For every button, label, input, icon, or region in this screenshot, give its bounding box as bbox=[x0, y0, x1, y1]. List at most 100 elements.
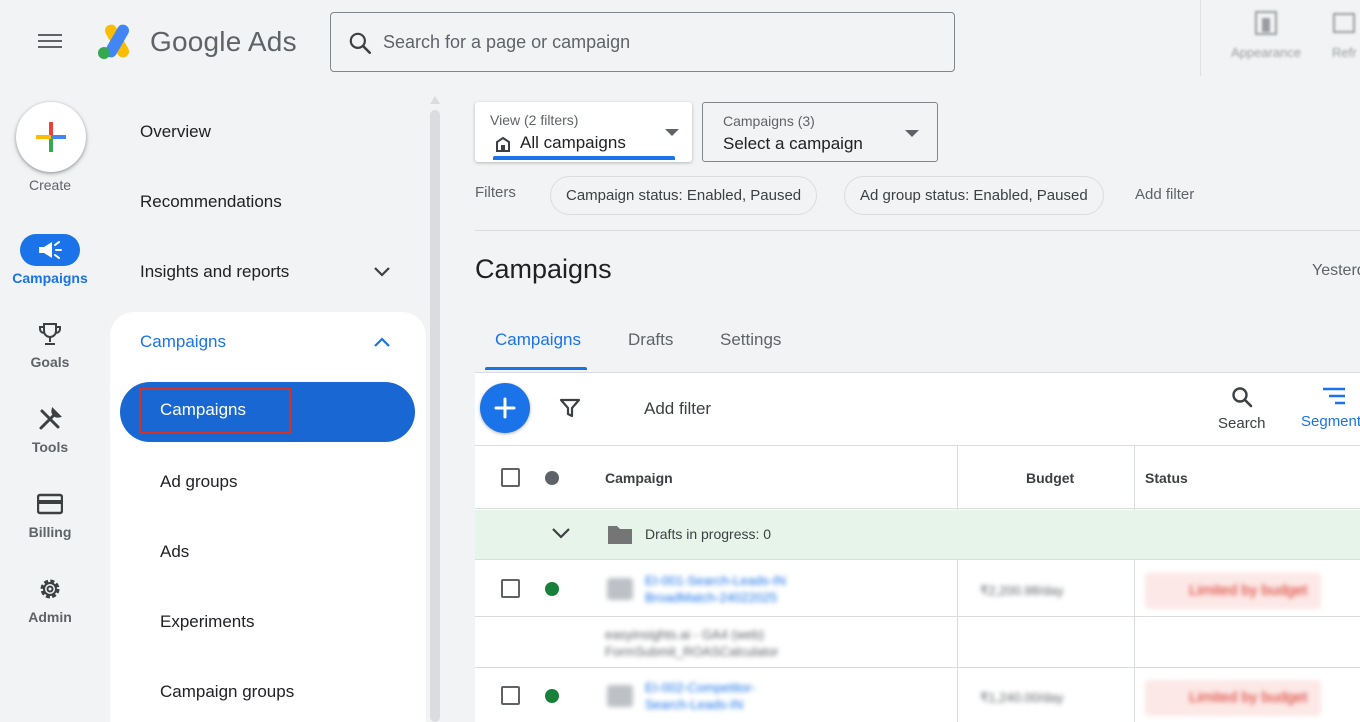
rail-item-billing[interactable]: Billing bbox=[0, 488, 100, 540]
create-button[interactable] bbox=[16, 102, 86, 172]
date-range-selector[interactable]: Yesterday bbox=[1312, 262, 1360, 280]
building-icon bbox=[496, 136, 510, 152]
nav-item-overview[interactable]: Overview bbox=[140, 122, 211, 142]
refresh-icon bbox=[1333, 13, 1355, 33]
folder-icon bbox=[608, 526, 632, 544]
header-status[interactable]: Status bbox=[1145, 470, 1188, 486]
filter-chip-campaign-status[interactable]: Campaign status: Enabled, Paused bbox=[550, 176, 818, 215]
nav-scrollbar[interactable] bbox=[430, 96, 440, 722]
campaign-selector-caption: Campaigns (3) bbox=[723, 113, 815, 129]
tab-settings[interactable]: Settings bbox=[720, 330, 781, 350]
select-all-checkbox[interactable] bbox=[501, 468, 520, 487]
chevron-down-icon[interactable] bbox=[551, 527, 571, 539]
filters-divider bbox=[475, 230, 1360, 231]
refresh-button[interactable]: Refr bbox=[1332, 10, 1360, 60]
nav-item-experiments[interactable]: Experiments bbox=[160, 612, 254, 632]
view-selector-caption: View (2 filters) bbox=[490, 112, 579, 128]
campaign-name-line2[interactable]: BroadMatch-24022025 bbox=[645, 589, 777, 606]
status-badge[interactable]: Limited by budget bbox=[1145, 573, 1322, 609]
campaign-name-line1[interactable]: EI-002-Competitor- bbox=[645, 679, 756, 696]
trophy-icon bbox=[20, 318, 80, 350]
search-input[interactable] bbox=[383, 27, 923, 57]
nav-item-campaigns-active[interactable]: Campaigns bbox=[120, 382, 415, 442]
campaign-name-line1[interactable]: EI-001-Search-Leads-IN bbox=[645, 572, 786, 589]
credit-card-icon bbox=[20, 488, 80, 520]
campaign-selector[interactable]: Campaigns (3) Select a campaign bbox=[702, 102, 938, 162]
filter-chip-ad-group-status[interactable]: Ad group status: Enabled, Paused bbox=[844, 176, 1104, 215]
campaign-name-line2[interactable]: Search-Leads-IN bbox=[645, 696, 743, 713]
refresh-label: Refr bbox=[1332, 45, 1357, 60]
rail-label-admin: Admin bbox=[28, 609, 72, 625]
nav-item-insights[interactable]: Insights and reports bbox=[140, 262, 289, 282]
search-icon bbox=[349, 32, 372, 55]
enabled-status-dot bbox=[545, 689, 559, 703]
scroll-up-arrow[interactable] bbox=[430, 96, 440, 104]
navigation-panel: Overview Recommendations Insights and re… bbox=[110, 86, 430, 722]
header-budget[interactable]: Budget bbox=[1026, 470, 1074, 486]
rail-label-tools: Tools bbox=[31, 439, 69, 455]
plus-icon bbox=[494, 397, 516, 419]
search-tool-label: Search bbox=[1218, 415, 1266, 432]
rail-label-campaigns: Campaigns bbox=[12, 270, 88, 286]
appearance-icon bbox=[1255, 11, 1277, 35]
search-campaign-icon bbox=[607, 685, 633, 707]
rail-item-campaigns[interactable]: Campaigns bbox=[0, 234, 100, 286]
chevron-down-icon[interactable] bbox=[373, 266, 391, 278]
view-selector[interactable]: View (2 filters) All campaigns bbox=[475, 102, 692, 162]
search-icon bbox=[1232, 387, 1253, 408]
new-campaign-button[interactable] bbox=[480, 383, 530, 433]
table-row: EI-002-Competitor- Search-Leads-IN ₹1,24… bbox=[475, 668, 1360, 722]
view-dropdown-caret bbox=[665, 129, 679, 136]
table-add-filter[interactable]: Add filter bbox=[644, 399, 711, 419]
row-checkbox[interactable] bbox=[501, 686, 520, 705]
create-label: Create bbox=[28, 177, 72, 193]
chevron-up-icon[interactable] bbox=[373, 336, 391, 348]
nav-item-recommendations[interactable]: Recommendations bbox=[140, 192, 282, 212]
campaign-budget: ₹2,200.98/day bbox=[980, 583, 1064, 598]
segment-tool-button[interactable]: Segment bbox=[1301, 385, 1360, 430]
tab-drafts[interactable]: Drafts bbox=[628, 330, 673, 350]
scroll-thumb[interactable] bbox=[430, 110, 440, 722]
conversion-goal-line1: easyinsights.ai - GA4 (web) bbox=[605, 627, 764, 642]
page-title: Campaigns bbox=[475, 254, 612, 284]
status-badge[interactable]: Limited by budget bbox=[1145, 680, 1322, 716]
top-bar: Google Ads Appearance Refr bbox=[0, 0, 1360, 86]
tools-icon bbox=[20, 403, 80, 435]
table-row: easyinsights.ai - GA4 (web) FormSubmit_R… bbox=[475, 617, 1360, 668]
campaigns-table: Add filter Search Segment Campaign Budge… bbox=[475, 372, 1360, 722]
view-selector-value: All campaigns bbox=[520, 133, 626, 152]
plus-icon bbox=[36, 122, 66, 152]
gear-icon bbox=[20, 573, 80, 605]
nav-group-campaigns bbox=[110, 312, 426, 722]
header-campaign[interactable]: Campaign bbox=[605, 470, 673, 486]
search-box[interactable] bbox=[330, 12, 955, 72]
view-selector-underline bbox=[493, 156, 675, 160]
drafts-in-progress: Drafts in progress: 0 bbox=[645, 526, 772, 542]
nav-item-campaign-groups[interactable]: Campaign groups bbox=[160, 682, 294, 702]
drafts-row: Drafts in progress: 0 bbox=[475, 510, 1360, 560]
campaign-budget: ₹1,240.00/day bbox=[980, 690, 1064, 705]
active-tab-indicator bbox=[485, 367, 587, 370]
appearance-button[interactable]: Appearance bbox=[1218, 10, 1314, 60]
segment-tool-label: Segment bbox=[1301, 413, 1360, 430]
row-checkbox[interactable] bbox=[501, 579, 520, 598]
add-filter-link[interactable]: Add filter bbox=[1135, 186, 1194, 203]
filter-funnel-icon[interactable] bbox=[559, 397, 581, 419]
search-tool-button[interactable]: Search bbox=[1218, 385, 1266, 432]
table-row: EI-001-Search-Leads-IN BroadMatch-240220… bbox=[475, 561, 1360, 617]
rail-item-goals[interactable]: Goals bbox=[0, 318, 100, 370]
campaign-selector-value: Select a campaign bbox=[723, 134, 863, 153]
conversion-goal-line2: FormSubmit_ROASCalculator bbox=[605, 644, 779, 659]
segment-lines-icon bbox=[1323, 387, 1345, 405]
appearance-label: Appearance bbox=[1230, 45, 1302, 60]
nav-item-ad-groups[interactable]: Ad groups bbox=[160, 472, 238, 492]
rail-item-admin[interactable]: Admin bbox=[0, 573, 100, 625]
enabled-status-dot bbox=[545, 582, 559, 596]
tab-campaigns[interactable]: Campaigns bbox=[495, 330, 581, 350]
nav-item-ads[interactable]: Ads bbox=[160, 542, 189, 562]
search-campaign-icon bbox=[607, 578, 633, 600]
rail-item-tools[interactable]: Tools bbox=[0, 403, 100, 455]
nav-group-title[interactable]: Campaigns bbox=[140, 332, 226, 352]
main-menu-button[interactable] bbox=[36, 30, 64, 52]
rail-label-billing: Billing bbox=[28, 524, 72, 540]
